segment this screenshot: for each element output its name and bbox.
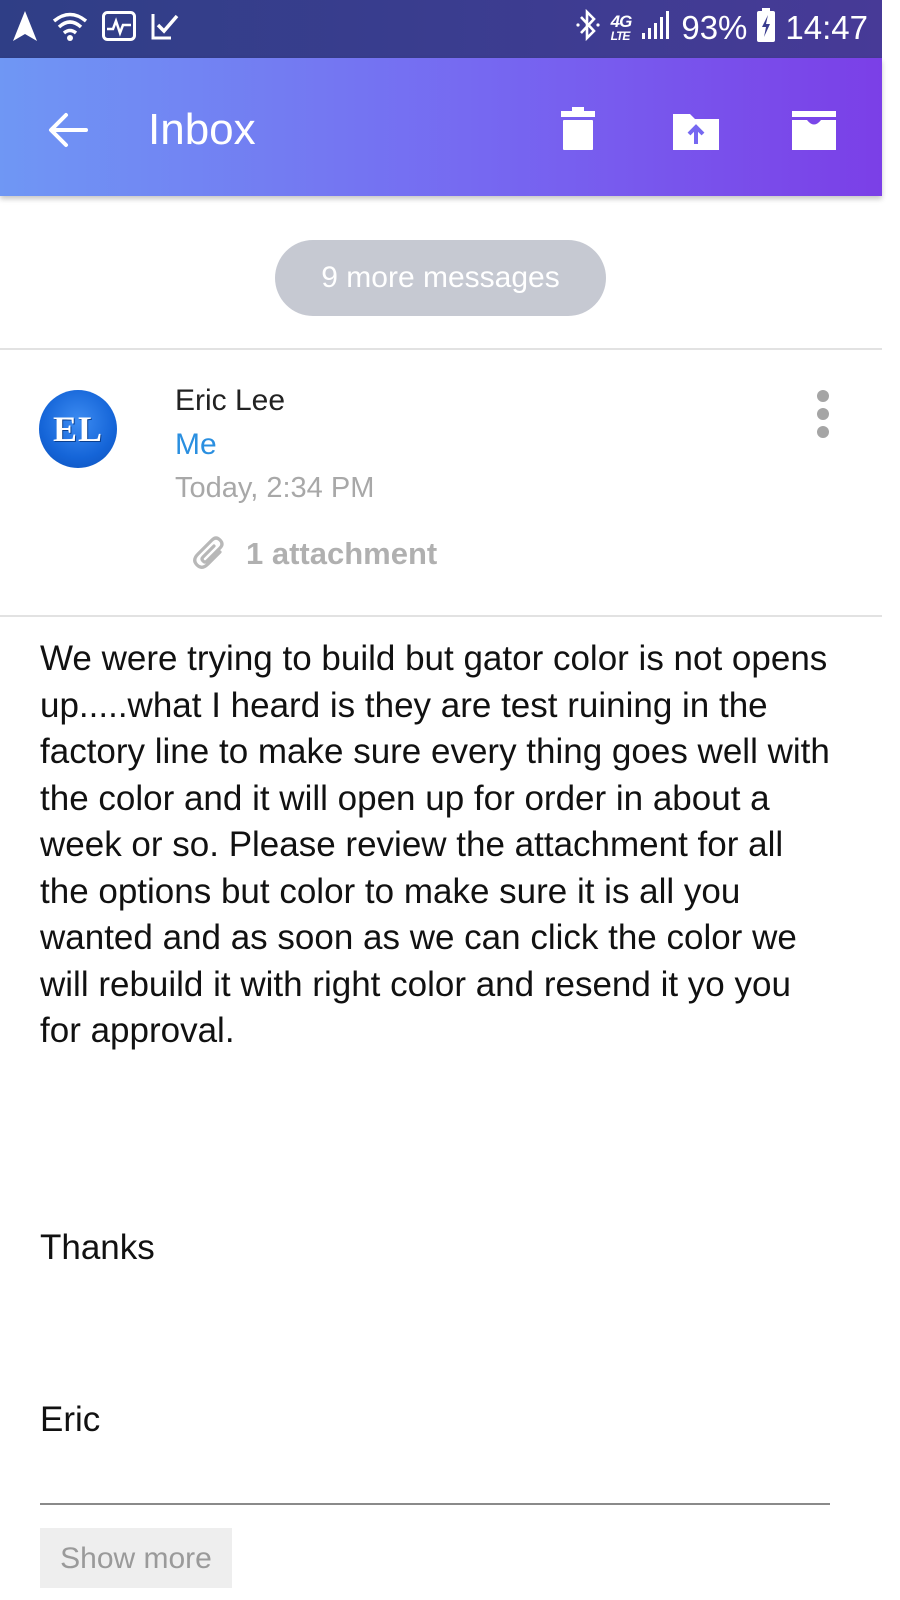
show-more-button[interactable]: Show more (40, 1528, 232, 1588)
archive-icon (792, 111, 836, 150)
recipient-name[interactable]: Me (175, 428, 217, 462)
page-title: Inbox (148, 105, 256, 154)
more-messages-button[interactable]: 9 more messages (275, 240, 606, 316)
archive-button[interactable] (786, 102, 842, 158)
battery-percent: 93% (681, 8, 748, 46)
avatar-initials: EL (52, 409, 104, 449)
avatar[interactable]: EL (39, 390, 117, 468)
attachment-link[interactable]: 1 attachment (190, 532, 437, 576)
back-button[interactable] (40, 102, 96, 158)
clock: 14:47 (785, 8, 868, 46)
attachment-label: 1 attachment (246, 536, 438, 571)
more-vertical-icon (808, 390, 838, 438)
pulse-app-icon (102, 11, 136, 46)
sender-name: Eric Lee (175, 384, 286, 417)
more-options-button[interactable] (808, 390, 838, 446)
wifi-icon (52, 10, 88, 47)
signal-bars-icon (641, 9, 671, 46)
bluetooth-icon (575, 8, 601, 47)
battery-charging-icon (757, 8, 776, 47)
message-body-text: We were trying to build but gator color … (40, 639, 830, 1050)
message-date: Today, 2:34 PM (175, 472, 375, 504)
status-bar-right: 4G LTE 93% 14:47 (575, 8, 868, 47)
message-closing: Thanks (40, 1228, 155, 1267)
delete-button[interactable] (550, 102, 606, 158)
status-bar-left (12, 10, 180, 47)
network-type: 4G LTE (610, 11, 633, 44)
collapsed-messages-section: 9 more messages (0, 204, 882, 350)
message-body: We were trying to build but gator color … (40, 636, 840, 1055)
message-header: EL Eric Lee Me Today, 2:34 PM 1 attachme… (0, 350, 882, 617)
move-to-folder-button[interactable] (668, 102, 724, 158)
status-bar: 4G LTE 93% 14:47 (0, 0, 882, 58)
app-header: Inbox (0, 58, 882, 196)
check-app-icon (150, 11, 180, 46)
message-signature: Eric (40, 1400, 101, 1439)
network-generation: 4G (610, 11, 633, 31)
paperclip-icon (193, 536, 224, 569)
folder-move-icon (673, 114, 719, 150)
trash-icon (561, 107, 595, 150)
divider (40, 1503, 830, 1505)
navigation-arrow-icon (12, 10, 38, 47)
network-lte: LTE (610, 28, 631, 43)
arrow-left-icon (49, 113, 88, 147)
